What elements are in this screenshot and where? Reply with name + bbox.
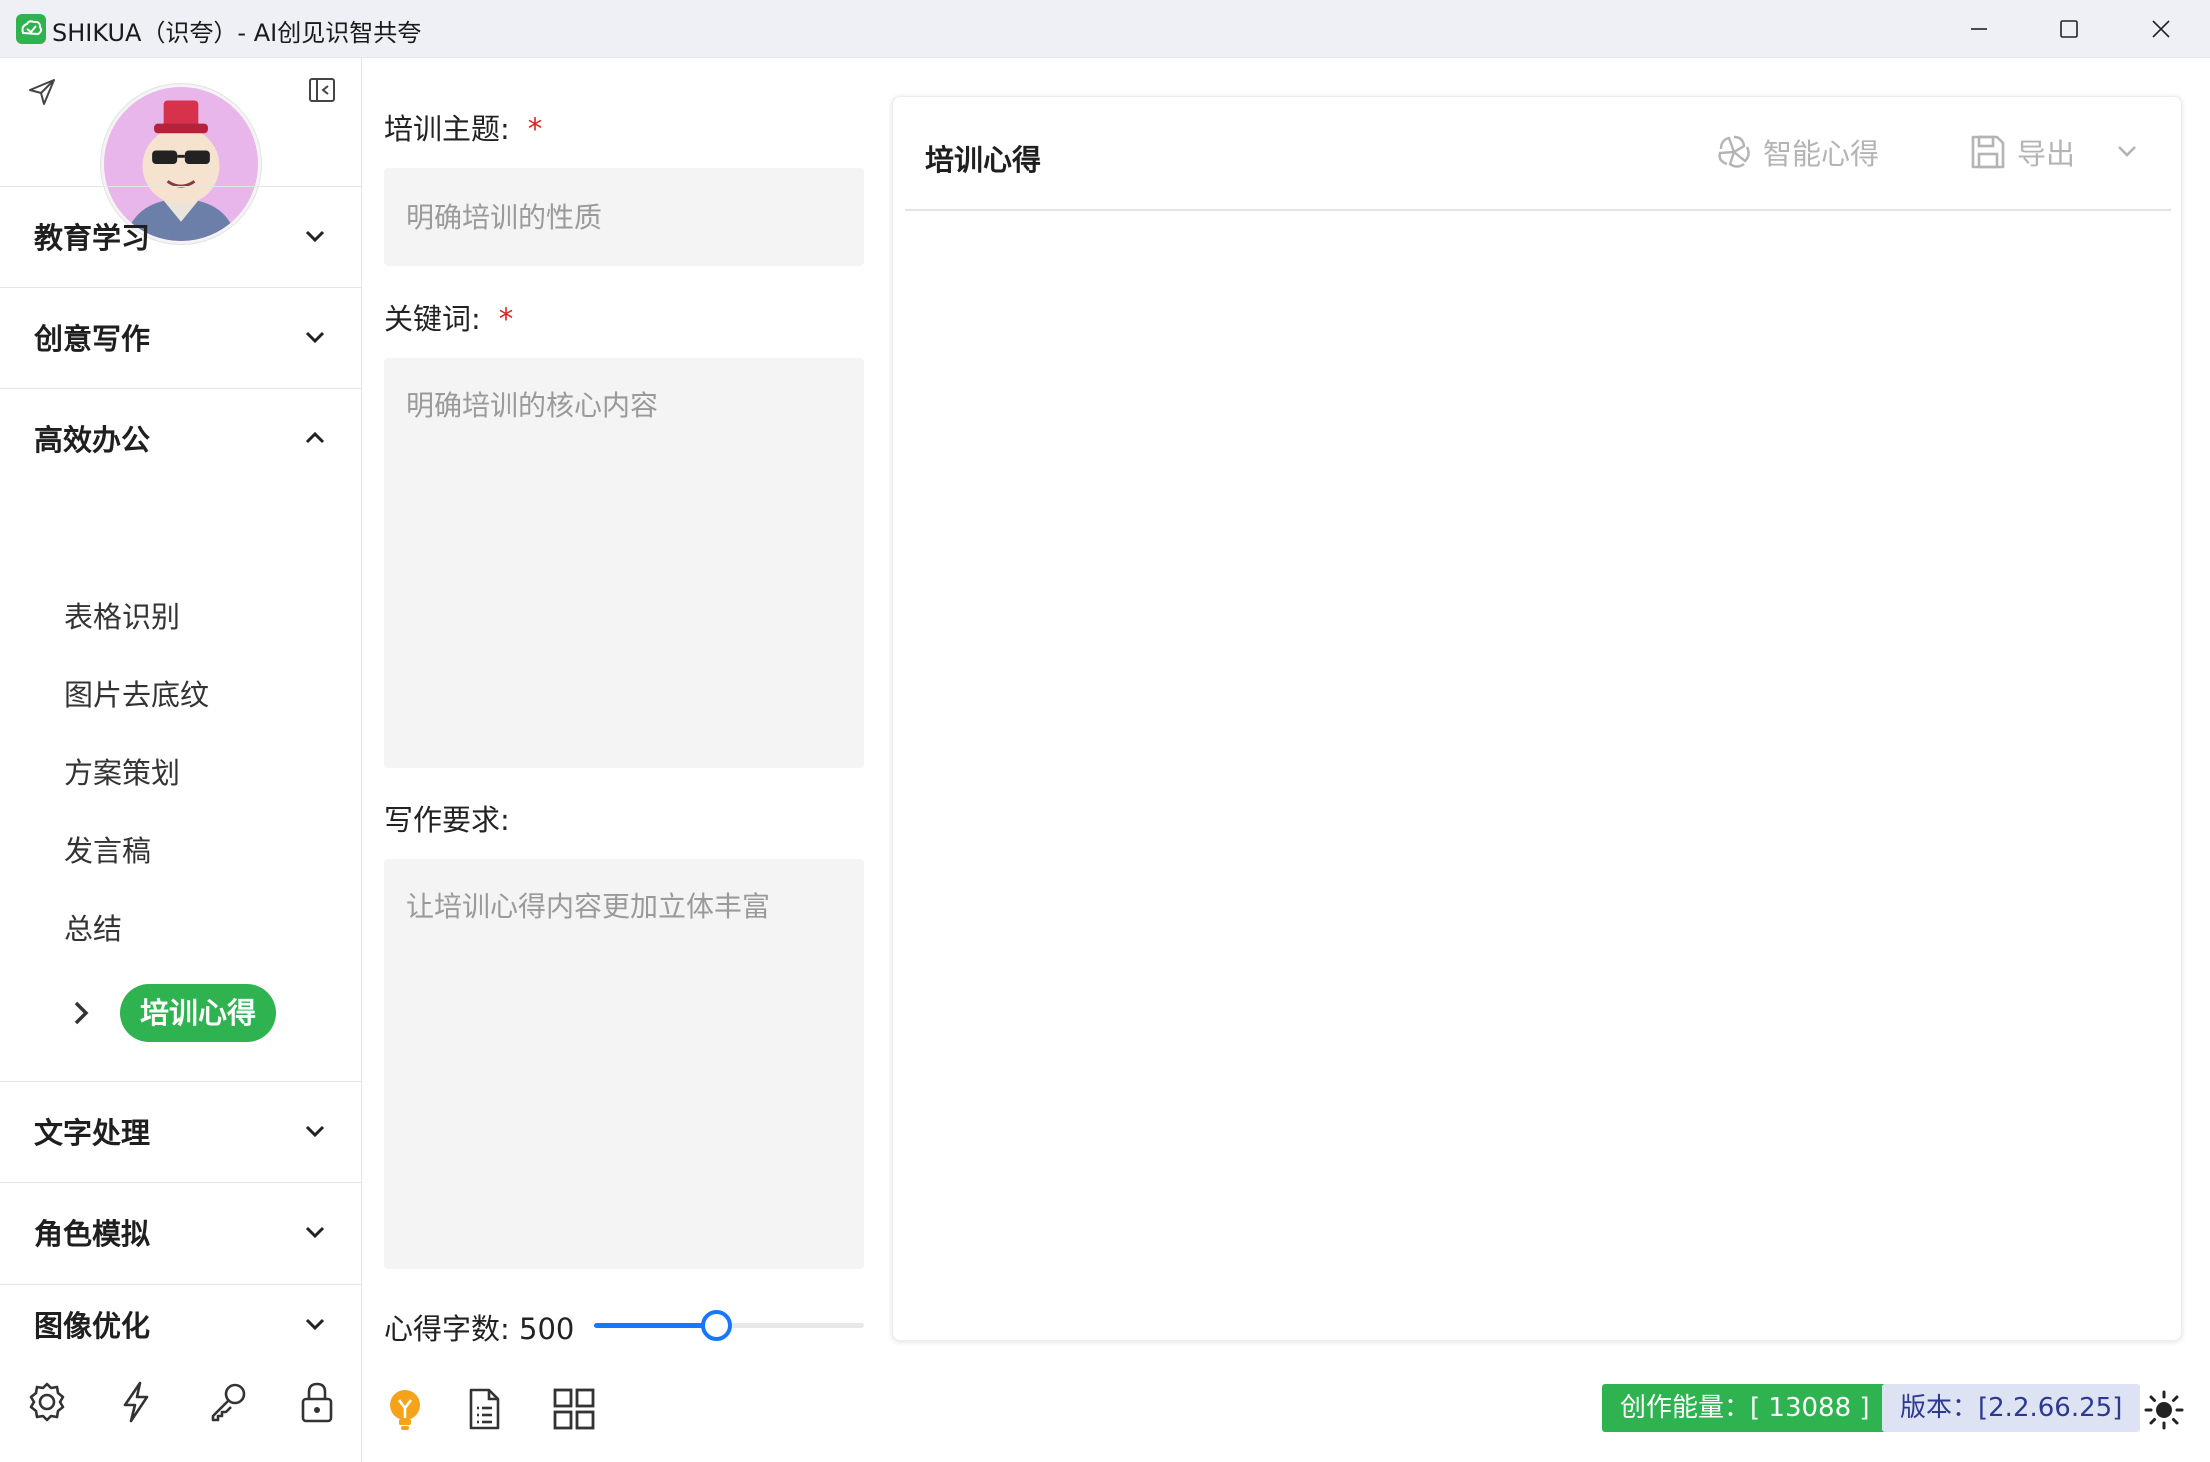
category-label: 高效办公 — [34, 423, 151, 457]
openai-swirl-icon — [1718, 135, 1750, 168]
smart-generate-button[interactable]: 智能心得 — [1713, 131, 1879, 173]
slider-fill — [594, 1323, 716, 1328]
word-count-value: 500 — [519, 1312, 575, 1346]
settings-icon — [29, 1382, 65, 1422]
output-content[interactable] — [905, 211, 2171, 1331]
chevron-down-icon — [305, 1125, 325, 1138]
topic-label: 培训主题: * — [384, 106, 542, 148]
slider-thumb[interactable] — [700, 1310, 732, 1341]
maximize-button[interactable] — [2024, 0, 2114, 58]
required-mark: * — [498, 302, 514, 336]
sidebar-item-training-notes[interactable]: 培训心得 — [64, 984, 277, 1042]
save-icon — [1971, 135, 2005, 169]
export-dropdown-button[interactable] — [2111, 135, 2151, 167]
chevron-down-icon — [305, 331, 325, 344]
window-title: SHIKUA（识夸）- AI创见识智共夸 — [52, 19, 422, 47]
output-title: 培训心得 — [925, 143, 1042, 177]
requirements-textarea[interactable] — [384, 859, 864, 1269]
close-button[interactable] — [2116, 0, 2206, 58]
sun-icon — [2144, 1390, 2184, 1430]
tips-button[interactable] — [380, 1384, 430, 1434]
category-label: 文字处理 — [34, 1116, 151, 1150]
apps-button[interactable] — [549, 1384, 599, 1434]
send-icon[interactable] — [26, 76, 58, 108]
sidebar: 教育学习 创意写作 高效办公 表格识别 图片去底纹 方案策划 发言稿 总结 培训… — [0, 58, 362, 1462]
key-icon — [211, 1383, 246, 1422]
requirements-label: 写作要求: — [384, 803, 510, 837]
lock-icon — [301, 1382, 333, 1423]
active-item-label: 培训心得 — [120, 984, 277, 1042]
minimize-icon — [1971, 28, 1987, 30]
keywords-label: 关键词: * — [384, 296, 513, 338]
keywords-textarea[interactable] — [384, 358, 864, 768]
minimize-button[interactable] — [1934, 0, 2024, 58]
smart-generate-label: 智能心得 — [1763, 137, 1880, 171]
chevron-up-icon — [305, 431, 325, 444]
sidebar-item-remove-background[interactable]: 图片去底纹 — [64, 672, 209, 714]
export-label: 导出 — [2017, 137, 2076, 171]
chevron-down-icon — [305, 1226, 325, 1239]
category-text-processing[interactable]: 文字处理 — [0, 1081, 362, 1181]
document-button[interactable] — [459, 1384, 509, 1434]
sidebar-item-planning[interactable]: 方案策划 — [64, 750, 180, 792]
word-count-slider[interactable] — [594, 1310, 864, 1341]
category-label: 角色模拟 — [34, 1217, 151, 1251]
export-button[interactable]: 导出 — [1967, 131, 2075, 173]
lock-button[interactable] — [293, 1378, 341, 1426]
sidebar-item-summary[interactable]: 总结 — [64, 906, 122, 948]
title-bar: SHIKUA（识夸）- AI创见识智共夸 — [0, 0, 2210, 58]
required-mark: * — [527, 112, 543, 146]
settings-button[interactable] — [23, 1378, 71, 1426]
close-icon — [2152, 20, 2170, 38]
lightning-icon — [123, 1381, 149, 1423]
theme-toggle-button[interactable] — [2142, 1388, 2186, 1432]
chevron-down-icon — [2118, 146, 2136, 157]
topic-input[interactable] — [384, 168, 864, 266]
category-label: 创意写作 — [34, 322, 151, 356]
grid-apps-icon — [553, 1388, 595, 1430]
chevron-right-icon — [74, 1001, 89, 1025]
collapse-sidebar-icon[interactable] — [306, 74, 338, 106]
category-image-optimization[interactable]: 图像优化 — [0, 1284, 362, 1364]
sidebar-item-speech[interactable]: 发言稿 — [64, 828, 151, 870]
output-card: 培训心得 智能心得 导出 — [892, 96, 2182, 1341]
category-label: 图像优化 — [34, 1309, 151, 1343]
lightbulb-icon — [390, 1390, 420, 1430]
sidebar-item-table-recognition[interactable]: 表格识别 — [64, 594, 180, 636]
chevron-down-icon — [305, 230, 325, 243]
category-role-simulation[interactable]: 角色模拟 — [0, 1182, 362, 1282]
version-badge: 版本：[2.2.66.25] — [1882, 1384, 2141, 1432]
category-office[interactable]: 高效办公 — [0, 388, 362, 488]
energy-badge: 创作能量：[ 13088 ] — [1602, 1384, 1888, 1432]
app-logo-icon — [16, 14, 46, 44]
category-education[interactable]: 教育学习 — [0, 186, 362, 286]
maximize-icon — [2060, 20, 2078, 38]
word-count-label-text: 心得字数: — [384, 1312, 510, 1346]
keywords-label-text: 关键词: — [384, 302, 481, 336]
lightning-button[interactable] — [112, 1378, 160, 1426]
word-count-label: 心得字数: 500 — [384, 1306, 574, 1348]
document-list-icon — [469, 1388, 500, 1430]
category-creative-writing[interactable]: 创意写作 — [0, 287, 362, 387]
category-label: 教育学习 — [34, 221, 151, 255]
topic-label-text: 培训主题: — [384, 112, 510, 146]
chevron-down-icon — [305, 1318, 325, 1331]
key-button[interactable] — [204, 1378, 252, 1426]
